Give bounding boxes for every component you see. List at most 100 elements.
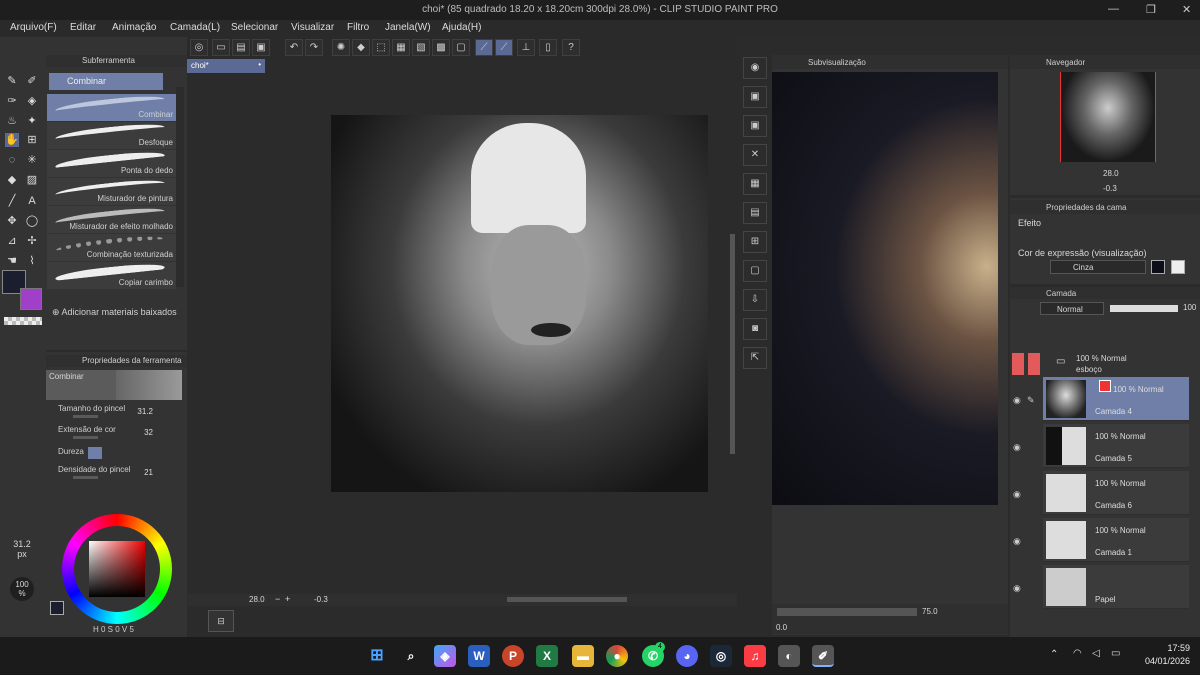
- subtool-item-copiar-carimbo[interactable]: Copiar carimbo: [47, 261, 176, 290]
- menu-camada[interactable]: Camada(L): [170, 22, 220, 33]
- menu-selecionar[interactable]: Selecionar: [231, 22, 278, 33]
- folder-icon[interactable]: ▭: [1056, 356, 1065, 367]
- side-texture-icon[interactable]: ▦: [743, 173, 767, 195]
- navigator-preview[interactable]: [1060, 72, 1156, 162]
- add-materials-button[interactable]: ⊕ Adicionar materiais baixados: [52, 307, 177, 318]
- volume-icon[interactable]: ◁: [1092, 648, 1100, 659]
- open-file-icon[interactable]: ▤: [232, 39, 250, 56]
- visibility-eye-icon[interactable]: ◉: [1013, 536, 1025, 546]
- side-frame-icon[interactable]: ▢: [743, 260, 767, 282]
- menu-animacao[interactable]: Animação: [112, 22, 156, 33]
- brush-size-row[interactable]: Tamanho do pincel 31.2: [53, 403, 173, 421]
- chevron-up-icon[interactable]: ⌃: [1050, 649, 1058, 660]
- copilot-icon[interactable]: ◈: [434, 645, 456, 667]
- pen-icon[interactable]: ✎: [5, 74, 19, 88]
- saturation-value-square[interactable]: [89, 541, 145, 597]
- select-all-icon[interactable]: ▦: [392, 39, 410, 56]
- balloon-icon[interactable]: ◯: [25, 214, 39, 228]
- subtool-item-misturador-molhado[interactable]: Misturador de efeito molhado: [47, 205, 176, 234]
- menu-janela[interactable]: Janela(W): [385, 22, 431, 33]
- subview-zoom-value[interactable]: 75.0: [922, 607, 938, 616]
- expression-dark-swatch[interactable]: [1151, 260, 1165, 274]
- snap-special-icon[interactable]: ⟋: [495, 39, 513, 56]
- brush-icon[interactable]: ✐: [25, 74, 39, 88]
- file-explorer-icon[interactable]: ▬: [572, 645, 594, 667]
- subtool-item-desfoque[interactable]: Desfoque: [47, 121, 176, 150]
- eyedropper-icon[interactable]: ⌇: [25, 254, 39, 268]
- menu-visualizar[interactable]: Visualizar: [291, 22, 334, 33]
- windows-start-icon[interactable]: ⊞: [366, 645, 388, 667]
- layer-row-papel[interactable]: Papel: [1043, 565, 1189, 609]
- text-icon[interactable]: A: [25, 194, 39, 208]
- side-download-icon[interactable]: ⇩: [743, 289, 767, 311]
- visibility-eye-icon[interactable]: ◉: [1013, 489, 1025, 499]
- opacity-readout[interactable]: 100 %: [10, 577, 34, 601]
- undo-icon[interactable]: ↶: [285, 39, 303, 56]
- fill-icon[interactable]: ◆: [352, 39, 370, 56]
- mini-main-color[interactable]: [50, 601, 64, 615]
- blend-tool-icon[interactable]: ✋: [5, 133, 19, 147]
- deselect-icon[interactable]: ▧: [412, 39, 430, 56]
- expression-color-select[interactable]: Cinza: [1050, 260, 1146, 274]
- transform-icon[interactable]: ⬚: [372, 39, 390, 56]
- minimize-icon[interactable]: —: [1108, 3, 1119, 15]
- layer-reference-icon[interactable]: [1099, 380, 1111, 392]
- help-icon[interactable]: ?: [562, 39, 580, 56]
- layer-opacity-slider[interactable]: [1110, 305, 1178, 312]
- brush-size-slider[interactable]: [73, 415, 98, 418]
- sub-color-swatch[interactable]: [20, 288, 42, 310]
- search-icon[interactable]: ⌕: [400, 645, 422, 667]
- navigator-angle[interactable]: -0.3: [1103, 184, 1117, 193]
- artwork[interactable]: [331, 115, 708, 492]
- crop-icon[interactable]: ▢: [452, 39, 470, 56]
- word-icon[interactable]: W: [468, 645, 490, 667]
- decoration-icon[interactable]: ♨: [5, 114, 19, 128]
- line-icon[interactable]: ╱: [5, 194, 19, 208]
- zoom-in-icon[interactable]: +: [285, 594, 290, 604]
- excel-icon[interactable]: X: [536, 645, 558, 667]
- battery-icon[interactable]: ▭: [1111, 648, 1120, 659]
- gradient-icon[interactable]: ▨: [25, 173, 39, 187]
- canvas-angle[interactable]: -0.3: [314, 595, 328, 604]
- canvas-zoom[interactable]: 28.0: [249, 595, 265, 604]
- wifi-icon[interactable]: ◠: [1073, 648, 1082, 659]
- subtool-scrollbar[interactable]: [176, 87, 184, 287]
- steam-icon[interactable]: ◎: [710, 645, 732, 667]
- grid-icon[interactable]: ⊞: [25, 133, 39, 147]
- menu-ajuda[interactable]: Ajuda(H): [442, 22, 481, 33]
- subtool-item-misturador-pintura[interactable]: Misturador de pintura: [47, 177, 176, 206]
- transparent-color-swatch[interactable]: [4, 317, 42, 325]
- subview-image[interactable]: [772, 72, 998, 505]
- side-search-icon[interactable]: ◉: [743, 57, 767, 79]
- move-icon[interactable]: ✢: [25, 234, 39, 248]
- canvas-area[interactable]: choi* •: [187, 59, 737, 606]
- clip-studio-paint-icon[interactable]: ✐: [812, 645, 834, 667]
- powerpoint-icon[interactable]: P: [502, 645, 524, 667]
- eraser-icon[interactable]: ◈: [25, 94, 39, 108]
- sparkle-icon[interactable]: ✦: [25, 114, 39, 128]
- ruler-icon[interactable]: ⊥: [517, 39, 535, 56]
- density-row[interactable]: Densidade do pincel 21: [53, 464, 173, 482]
- subtool-item-combinacao-texturizada[interactable]: Combinação texturizada: [47, 233, 176, 262]
- side-image2-icon[interactable]: ▣: [743, 115, 767, 137]
- subview-angle-value[interactable]: 0.0: [776, 623, 787, 632]
- menu-arquivo[interactable]: Arquivo(F): [10, 22, 57, 33]
- redo-icon[interactable]: ↷: [305, 39, 323, 56]
- layer-row-camada-5[interactable]: 100 % Normal Camada 5: [1043, 424, 1189, 468]
- page-manager-icon[interactable]: ⊟: [208, 610, 234, 632]
- discord-icon[interactable]: ◕: [676, 645, 698, 667]
- fill-bucket-icon[interactable]: ◆: [5, 173, 19, 187]
- snap-ruler-icon[interactable]: ⟋: [475, 39, 493, 56]
- canvas-horizontal-scrollbar[interactable]: [507, 597, 627, 602]
- hand-icon[interactable]: ☚: [5, 254, 19, 268]
- density-slider[interactable]: [73, 476, 98, 479]
- visibility-eye-icon[interactable]: ◉: [1013, 442, 1025, 452]
- operation-icon[interactable]: ✥: [5, 214, 19, 228]
- side-export-icon[interactable]: ⇱: [743, 347, 767, 369]
- clip-studio-icon[interactable]: ◐: [778, 645, 800, 667]
- subtool-item-combinar[interactable]: Combinar: [47, 93, 176, 122]
- layer-row-camada-6[interactable]: 100 % Normal Camada 6: [1043, 471, 1189, 515]
- clock[interactable]: 17:59 04/01/2026: [1130, 643, 1190, 666]
- navigator-zoom[interactable]: 28.0: [1103, 169, 1119, 178]
- tab-close-icon[interactable]: •: [258, 60, 261, 69]
